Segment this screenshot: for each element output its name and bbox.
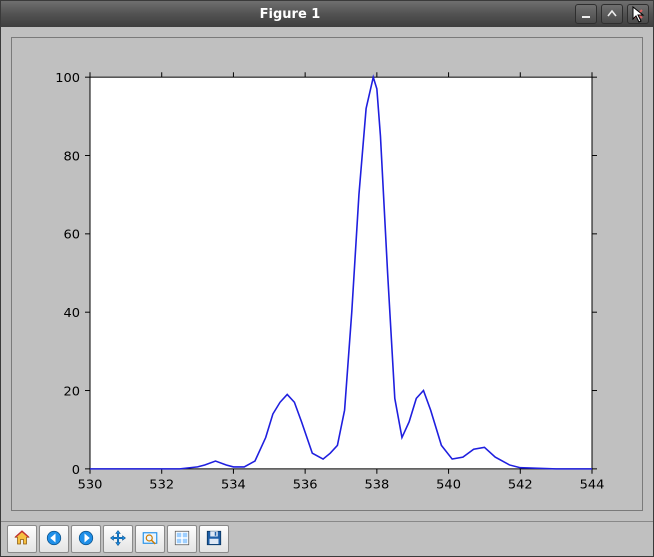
zoom-rect-icon [141, 529, 159, 550]
figure-canvas[interactable]: 0 20 40 60 80 100 530 532 534 536 538 540 542 544 [11, 37, 643, 511]
xtick-label: 530 [78, 478, 103, 493]
window-maximize-button[interactable] [601, 4, 623, 24]
xtick-label: 544 [580, 478, 605, 493]
ytick-label: 0 [72, 463, 80, 478]
ytick-label: 80 [63, 150, 80, 165]
window-title: Figure 1 [260, 7, 321, 22]
ytick-label: 20 [63, 385, 80, 400]
xtick-label: 538 [364, 478, 389, 493]
xtick-label: 532 [149, 478, 174, 493]
toolbar-save-button[interactable] [199, 525, 229, 553]
save-icon [205, 529, 223, 550]
xtick-label: 540 [436, 478, 461, 493]
window-minimize-button[interactable] [575, 4, 597, 24]
figure-wrap: 0 20 40 60 80 100 530 532 534 536 538 540 542 544 [1, 27, 653, 521]
window-close-button[interactable] [627, 4, 649, 24]
axes-frame [90, 77, 592, 469]
toolbar-pan-button[interactable] [103, 525, 133, 553]
toolbar-forward-button[interactable] [71, 525, 101, 553]
toolbar-subplots-button[interactable] [167, 525, 197, 553]
titlebar[interactable]: Figure 1 [1, 1, 653, 27]
toolbar-zoom-button[interactable] [135, 525, 165, 553]
home-icon [13, 529, 31, 550]
xtick-label: 542 [508, 478, 533, 493]
arrow-right-icon [77, 529, 95, 550]
xtick-label: 534 [221, 478, 246, 493]
ytick-label: 40 [63, 306, 80, 321]
xtick-label: 536 [293, 478, 318, 493]
toolbar-home-button[interactable] [7, 525, 37, 553]
pan-icon [109, 529, 127, 550]
toolbar-back-button[interactable] [39, 525, 69, 553]
app-window: Figure 1 0 20 40 60 80 100 530 532 534 536 538 540 5… [0, 0, 654, 557]
ytick-label: 60 [63, 228, 80, 243]
arrow-left-icon [45, 529, 63, 550]
chart-svg: 0 20 40 60 80 100 530 532 534 536 538 540 542 544 [12, 38, 642, 510]
ytick-label: 100 [55, 71, 80, 86]
subplots-icon [173, 529, 191, 550]
matplotlib-toolbar [1, 521, 653, 556]
client-area: 0 20 40 60 80 100 530 532 534 536 538 540 542 544 [1, 27, 653, 556]
